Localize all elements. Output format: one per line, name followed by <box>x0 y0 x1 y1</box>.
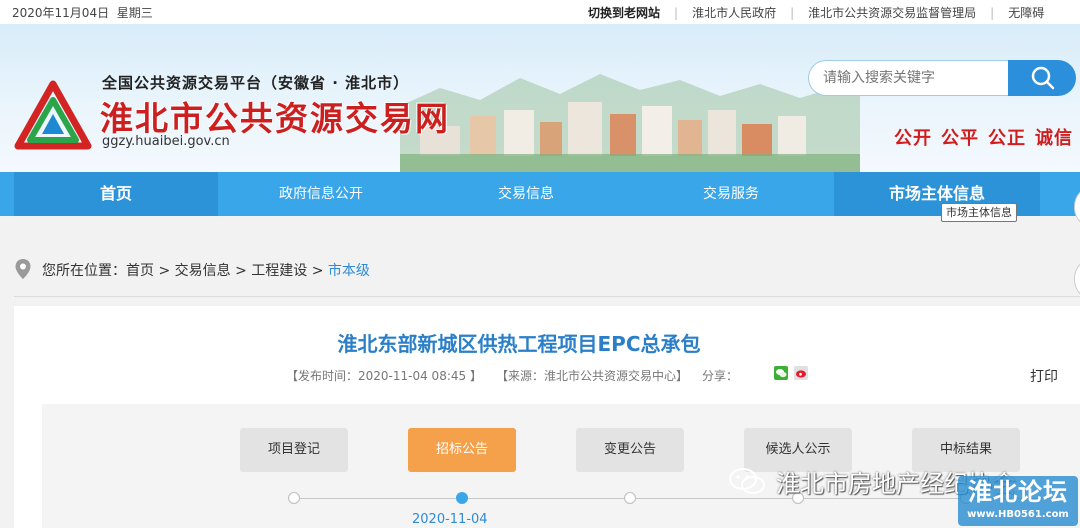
article-source: 【来源：淮北市公共资源交易中心】 <box>495 369 688 383</box>
forum-title: 淮北论坛 <box>968 478 1068 506</box>
share-label: 分享： <box>701 369 738 383</box>
float-button-2[interactable] <box>1074 258 1080 300</box>
weibo-share-icon[interactable] <box>794 366 808 380</box>
wechat-share-icon[interactable] <box>774 366 788 380</box>
nav-tooltip: 市场主体信息 <box>941 203 1017 222</box>
top-links: 切换到老网站 | 淮北市人民政府 | 淮北市公共资源交易监督管理局 | 无障碍 <box>588 4 1045 21</box>
article-meta: 【发布时间：2020-11-04 08:45 】【来源：淮北市公共资源交易中心】… <box>286 367 738 384</box>
site-title: 淮北市公共资源交易网 <box>100 99 450 138</box>
city-skyline-image <box>400 74 860 172</box>
wechat-watermark-icon <box>729 468 765 494</box>
divider <box>14 296 1080 297</box>
nav-gov-info[interactable]: 政府信息公开 <box>218 172 424 216</box>
forum-url: www.HB0561.com <box>967 509 1069 520</box>
search-icon <box>1031 66 1055 90</box>
search-button[interactable] <box>1008 60 1076 96</box>
step-tender-notice[interactable]: 招标公告 <box>408 428 516 472</box>
nav-home[interactable]: 首页 <box>14 172 218 216</box>
breadcrumb-current[interactable]: 市本级 <box>328 263 370 279</box>
header-banner: 全国公共资源交易平台（安徽省 · 淮北市） 淮北市公共资源交易网 ggzy.hu… <box>0 24 1080 172</box>
main-nav: 首页 政府信息公开 交易信息 交易服务 市场主体信息 <box>0 172 1080 216</box>
watermark-forum-logo: 淮北论坛 www.HB0561.com <box>958 476 1078 526</box>
timeline-dot-active <box>456 492 468 504</box>
timeline-dot <box>624 492 636 504</box>
breadcrumb-home[interactable]: 首页 <box>126 263 154 279</box>
breadcrumb-trade-info[interactable]: 交易信息 <box>175 263 231 279</box>
active-step-date: 2020-11-04 <box>412 512 488 527</box>
search-box <box>808 60 1076 96</box>
article-title: 淮北东部新城区供热工程项目EPC总承包 <box>337 332 701 356</box>
timeline-dot <box>288 492 300 504</box>
old-site-link[interactable]: 切换到老网站 <box>588 4 660 21</box>
city-gov-link[interactable]: 淮北市人民政府 <box>692 4 776 21</box>
nav-trade-service[interactable]: 交易服务 <box>628 172 834 216</box>
location-pin-icon <box>15 259 31 279</box>
search-input[interactable] <box>808 60 1020 96</box>
nav-trade-info[interactable]: 交易信息 <box>424 172 628 216</box>
print-button[interactable]: 打印 <box>1030 366 1058 386</box>
breadcrumb-engineering[interactable]: 工程建设 <box>251 263 307 279</box>
platform-label: 全国公共资源交易平台（安徽省 · 淮北市） <box>102 74 410 92</box>
accessibility-link[interactable]: 无障碍 <box>1008 4 1044 21</box>
step-project-registration[interactable]: 项目登记 <box>240 428 348 472</box>
site-logo-icon <box>14 80 92 150</box>
breadcrumb-prefix: 您所在位置： <box>42 263 126 279</box>
supervision-bureau-link[interactable]: 淮北市公共资源交易监督管理局 <box>808 4 976 21</box>
current-date: 2020年11月04日 星期三 <box>12 6 153 20</box>
slogan: 公开 公平 公正 诚信 <box>894 128 1073 149</box>
publish-time: 【发布时间：2020-11-04 08:45 】 <box>286 369 482 383</box>
top-info-bar: 2020年11月04日 星期三 切换到老网站 | 淮北市人民政府 | 淮北市公共资源交易… <box>0 0 1080 24</box>
step-change-notice[interactable]: 变更公告 <box>576 428 684 472</box>
share-icons <box>774 366 808 380</box>
site-domain: ggzy.huaibei.gov.cn <box>102 134 230 149</box>
